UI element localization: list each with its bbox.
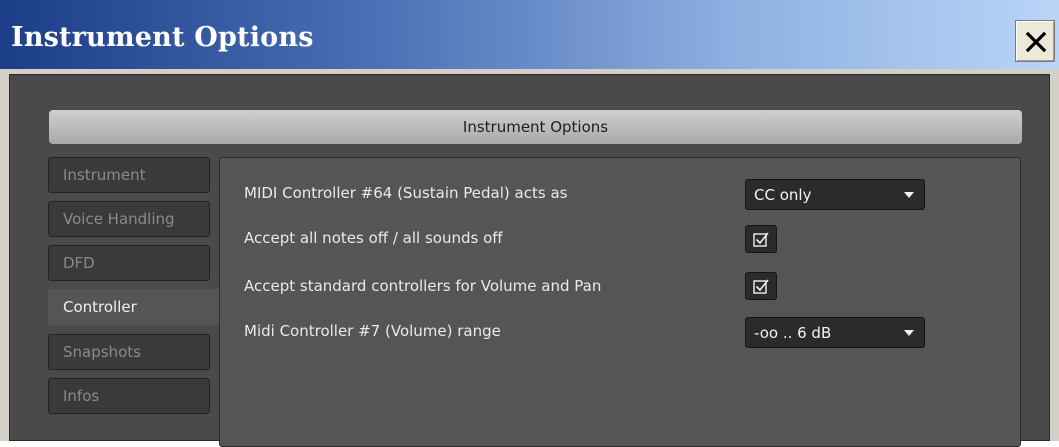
tab-infos[interactable]: Infos <box>48 378 210 414</box>
std-controllers-checkbox[interactable] <box>745 272 777 300</box>
dropdown-arrow-icon <box>904 330 914 336</box>
sustain-pedal-select[interactable]: CC only <box>745 179 925 210</box>
volume-range-value: -oo .. 6 dB <box>754 323 832 342</box>
notes-off-checkbox[interactable] <box>745 225 777 253</box>
checkmark-icon <box>753 232 769 247</box>
close-icon <box>1025 31 1047 53</box>
close-button[interactable] <box>1015 20 1055 62</box>
sustain-pedal-value: CC only <box>754 185 812 204</box>
notes-off-label: Accept all notes off / all sounds off <box>244 229 503 247</box>
tab-voice-handling[interactable]: Voice Handling <box>48 201 210 237</box>
tab-instrument[interactable]: Instrument <box>48 157 210 193</box>
title-bar: Instrument Options <box>0 0 1059 77</box>
std-controllers-label: Accept standard controllers for Volume a… <box>244 277 602 295</box>
sustain-pedal-label: MIDI Controller #64 (Sustain Pedal) acts… <box>244 184 568 202</box>
tab-controller[interactable]: Controller <box>48 289 220 325</box>
volume-range-label: Midi Controller #7 (Volume) range <box>244 322 501 340</box>
volume-range-select[interactable]: -oo .. 6 dB <box>745 317 925 348</box>
dropdown-arrow-icon <box>904 192 914 198</box>
checkmark-icon <box>753 279 769 294</box>
tab-snapshots[interactable]: Snapshots <box>48 334 210 370</box>
tab-dfd[interactable]: DFD <box>48 245 210 281</box>
window-title: Instrument Options <box>11 22 314 53</box>
panel-header: Instrument Options <box>49 110 1022 144</box>
